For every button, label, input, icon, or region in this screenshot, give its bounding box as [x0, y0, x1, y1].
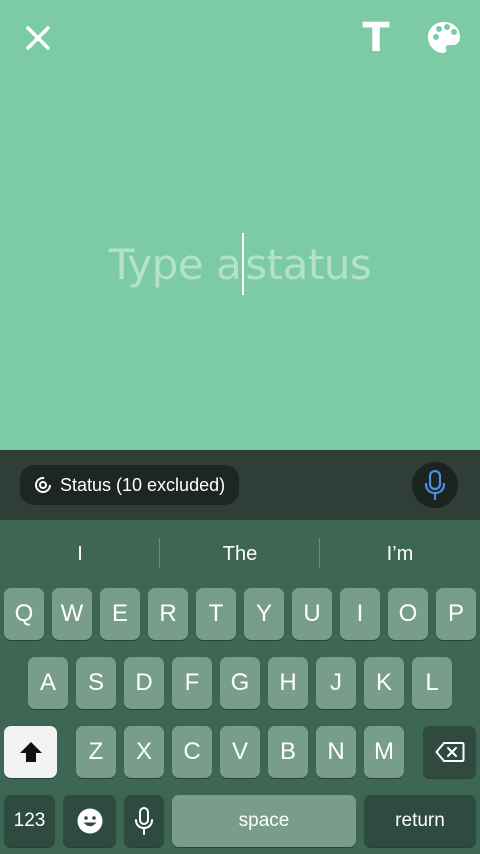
microphone-icon [135, 807, 153, 835]
key-y[interactable]: Y [244, 588, 284, 640]
key-w[interactable]: W [52, 588, 92, 640]
status-text-input[interactable]: Type a status [0, 232, 480, 296]
key-o[interactable]: O [388, 588, 428, 640]
text-style-button[interactable]: T [352, 14, 400, 62]
key-c[interactable]: C [172, 726, 212, 778]
text-caret [242, 233, 245, 295]
audience-bar: Status (10 excluded) [0, 450, 480, 520]
color-palette-button[interactable] [418, 14, 470, 62]
key-f[interactable]: F [172, 657, 212, 709]
status-privacy-button[interactable]: Status (10 excluded) [20, 465, 240, 505]
dictation-key[interactable] [124, 795, 164, 847]
key-m[interactable]: M [364, 726, 404, 778]
key-p[interactable]: P [436, 588, 476, 640]
microphone-icon [424, 470, 446, 500]
key-l[interactable]: L [412, 657, 452, 709]
emoji-key[interactable] [63, 795, 116, 847]
suggestion-1[interactable]: I [0, 530, 160, 578]
key-v[interactable]: V [220, 726, 260, 778]
key-e[interactable]: E [100, 588, 140, 640]
return-key[interactable]: return [364, 795, 476, 847]
space-key[interactable]: space [172, 795, 356, 847]
key-k[interactable]: K [364, 657, 404, 709]
key-h[interactable]: H [268, 657, 308, 709]
emoji-icon [77, 808, 102, 834]
key-s[interactable]: S [76, 657, 116, 709]
delete-key[interactable] [423, 726, 476, 778]
palette-icon [428, 22, 460, 53]
key-r[interactable]: R [148, 588, 188, 640]
status-canvas[interactable]: T Type a status [0, 0, 480, 450]
text-style-icon: T [362, 15, 390, 61]
key-n[interactable]: N [316, 726, 356, 778]
status-privacy-label: Status (10 excluded) [60, 474, 226, 495]
numbers-key[interactable]: 123 [4, 795, 55, 847]
placeholder-text-end: status [245, 239, 372, 289]
delete-icon [435, 742, 464, 762]
key-g[interactable]: G [220, 657, 260, 709]
key-z[interactable]: Z [76, 726, 116, 778]
key-a[interactable]: A [28, 657, 68, 709]
close-icon [26, 26, 50, 50]
key-u[interactable]: U [292, 588, 332, 640]
suggestion-2[interactable]: The [160, 530, 320, 578]
suggestion-3[interactable]: I’m [320, 530, 480, 578]
placeholder-text-start: Type a [108, 239, 242, 289]
key-i[interactable]: I [340, 588, 380, 640]
key-q[interactable]: Q [4, 588, 44, 640]
shift-key[interactable] [4, 726, 57, 778]
key-d[interactable]: D [124, 657, 164, 709]
key-x[interactable]: X [124, 726, 164, 778]
key-b[interactable]: B [268, 726, 308, 778]
status-ring-icon [35, 477, 51, 493]
key-j[interactable]: J [316, 657, 356, 709]
close-button[interactable] [14, 14, 62, 62]
key-t[interactable]: T [196, 588, 236, 640]
shift-icon [19, 742, 42, 762]
voice-status-button[interactable] [412, 462, 458, 508]
keyboard: I The I’m Q W E R T Y U I O P A S D F G … [0, 520, 480, 854]
